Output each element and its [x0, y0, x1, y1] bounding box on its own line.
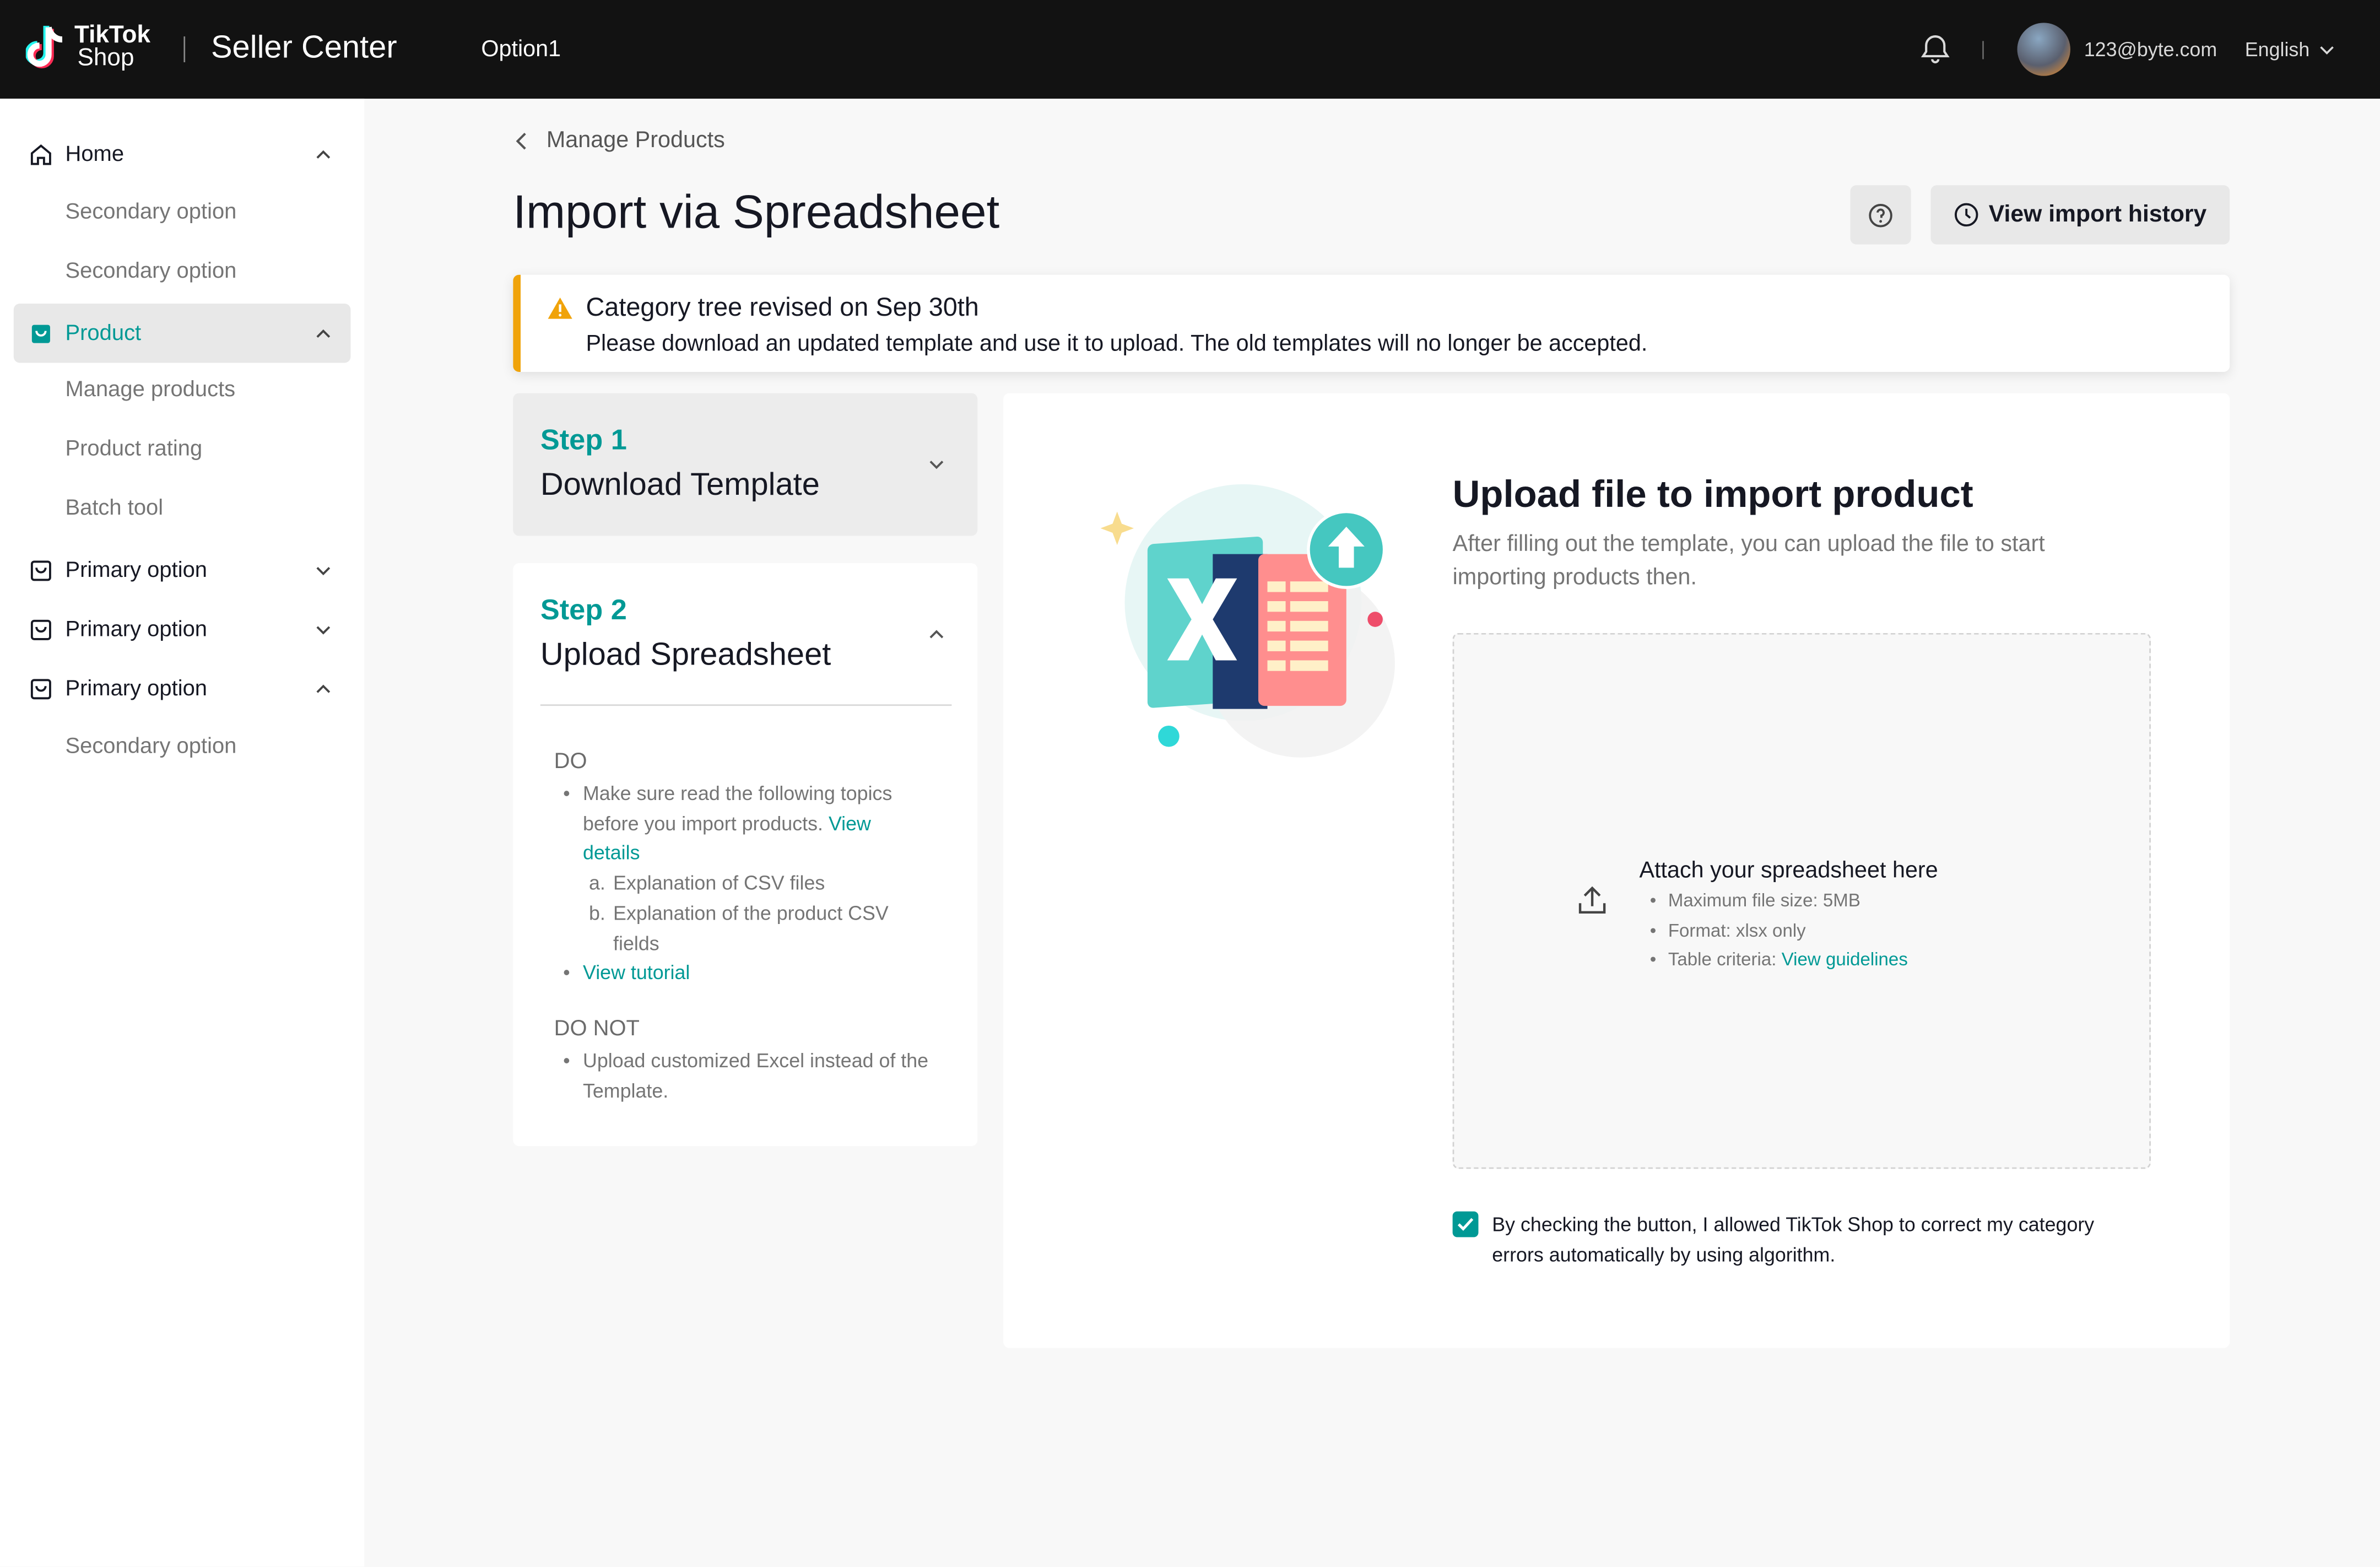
breadcrumb-label: Manage Products: [546, 127, 725, 154]
chevron-left-icon: [516, 132, 526, 149]
step1-number: Step 1: [540, 425, 627, 457]
donot-rule-1: • Upload customized Excel instead of the …: [563, 1049, 929, 1102]
alert-title: Category tree revised on Sep 30th: [586, 293, 979, 322]
user-email[interactable]: 123@byte.com: [2084, 38, 2217, 61]
requirement-format-text: Format: xlsx only: [1668, 920, 1806, 942]
do-heading: DO: [554, 750, 587, 775]
do-subrule-a: a. Explanation of CSV files: [588, 871, 825, 894]
app-title: Seller Center: [210, 30, 397, 66]
bag-icon: [30, 679, 51, 700]
consent-checkbox[interactable]: [1452, 1211, 1479, 1238]
header-separator: [1982, 41, 1984, 60]
requirement-criteria-text: Table criteria:: [1668, 948, 1777, 970]
view-guidelines-link[interactable]: View guidelines: [1782, 949, 1908, 970]
sidebar-item-primary-3[interactable]: Primary option: [14, 659, 351, 718]
do-subrule-b-text: Explanation of the product CSV fields: [613, 901, 889, 954]
warning-icon: [548, 297, 572, 319]
sidebar-item-label: Product: [65, 321, 142, 345]
chevron-up-icon: [316, 329, 331, 338]
requirement-size-text: Maximum file size: 5MB: [1668, 889, 1860, 911]
sidebar-item-label: Home: [65, 142, 125, 166]
tiktok-logo-icon: [25, 25, 63, 68]
requirement-size: • Maximum file size: 5MB: [1649, 889, 1860, 911]
step2-title: Upload Spreadsheet: [540, 637, 831, 673]
consent-text: By checking the button, I allowed TikTok…: [1492, 1213, 2095, 1266]
donot-rule-1-text: Upload customized Excel instead of the T…: [582, 1049, 929, 1102]
sidebar-item-primary-2[interactable]: Primary option: [14, 599, 351, 658]
sidebar-subitem-batch-tool[interactable]: Batch tool: [65, 496, 163, 521]
do-rule-2: • View tutorial: [563, 960, 690, 984]
do-subrule-a-text: Explanation of CSV files: [613, 871, 825, 894]
sidebar-subitem[interactable]: Secondary option: [65, 201, 236, 225]
step1-title: Download Template: [540, 467, 820, 502]
chevron-up-icon: [316, 684, 331, 693]
sidebar-subitem[interactable]: Secondary option: [65, 734, 236, 759]
step2-panel: Step 2 Upload Spreadsheet DO • Make sure …: [513, 563, 978, 1147]
step2-divider: [540, 704, 952, 706]
step1-panel[interactable]: Step 1 Download Template: [513, 393, 978, 536]
language-selector[interactable]: English: [2245, 38, 2334, 61]
question-circle-icon: [1869, 203, 1892, 227]
spreadsheet-dropzone[interactable]: Attach your spreadsheet here • Maximum fi…: [1452, 633, 2151, 1169]
do-subrule-b: b. Explanation of the product CSV fields: [588, 901, 889, 954]
top-bar: TikTok Shop Seller Center Option1 123@by…: [0, 0, 2380, 99]
check-icon: [1457, 1218, 1474, 1231]
sidebar-subitem-product-rating[interactable]: Product rating: [65, 437, 202, 461]
do-rule-1: • Make sure read the following topics bef…: [563, 781, 892, 864]
chevron-up-icon: [316, 150, 331, 159]
alert-message: Please download an updated template and …: [586, 331, 1648, 357]
sidebar: Home Secondary option Secondary option P…: [0, 99, 365, 1567]
sidebar-subitem[interactable]: Secondary option: [65, 260, 236, 284]
home-icon: [30, 144, 51, 165]
requirement-format: • Format: xlsx only: [1649, 920, 1806, 942]
logo-line2: Shop: [77, 45, 134, 72]
chevron-down-icon[interactable]: [926, 454, 948, 475]
requirement-criteria: • Table criteria: View guidelines: [1649, 948, 1908, 970]
product-bag-icon: [31, 325, 50, 343]
sidebar-item-primary-1[interactable]: Primary option: [14, 541, 351, 599]
history-button-label: View import history: [1988, 201, 2207, 227]
sidebar-item-product[interactable]: Product: [13, 304, 351, 363]
donot-heading: DO NOT: [554, 1017, 640, 1041]
upload-title: Upload file to import product: [1452, 473, 1973, 516]
alert-accent-bar: [513, 274, 521, 372]
upload-icon: [1578, 886, 1606, 914]
bag-icon: [30, 560, 51, 581]
bag-icon: [30, 619, 51, 640]
sidebar-item-home[interactable]: Home: [14, 125, 351, 183]
view-import-history-button[interactable]: View import history: [1930, 185, 2230, 245]
chevron-down-icon: [316, 626, 331, 635]
clock-icon: [1955, 203, 1979, 227]
logo-line1: TikTok: [74, 23, 151, 49]
spreadsheet-upload-illustration: [1100, 484, 1395, 758]
bell-icon[interactable]: [1918, 32, 1952, 66]
top-nav-option[interactable]: Option1: [481, 36, 561, 62]
tiktok-shop-logo[interactable]: TikTok Shop: [25, 21, 151, 73]
chevron-down-icon: [2319, 45, 2333, 54]
view-tutorial-link[interactable]: View tutorial: [583, 961, 690, 984]
language-label: English: [2244, 37, 2310, 61]
breadcrumb-back[interactable]: Manage Products: [516, 127, 725, 153]
chevron-up-icon[interactable]: [926, 624, 948, 645]
upload-description: After filling out the template, you can …: [1452, 531, 2045, 591]
sidebar-item-label: Primary option: [65, 558, 208, 582]
dropzone-title: Attach your spreadsheet here: [1639, 857, 1938, 884]
logo-divider: [183, 36, 186, 62]
step2-number: Step 2: [540, 595, 627, 627]
upload-card: Upload file to import product After fill…: [1003, 393, 2230, 1348]
help-button[interactable]: [1850, 185, 1911, 245]
sidebar-item-label: Primary option: [65, 617, 208, 642]
sidebar-subitem-manage-products[interactable]: Manage products: [65, 378, 235, 402]
sidebar-item-label: Primary option: [65, 676, 208, 701]
chevron-down-icon: [316, 567, 331, 576]
category-alert-banner: Category tree revised on Sep 30th Please…: [513, 274, 2230, 372]
avatar[interactable]: [2017, 23, 2070, 76]
page-title: Import via Spreadsheet: [513, 185, 1000, 239]
